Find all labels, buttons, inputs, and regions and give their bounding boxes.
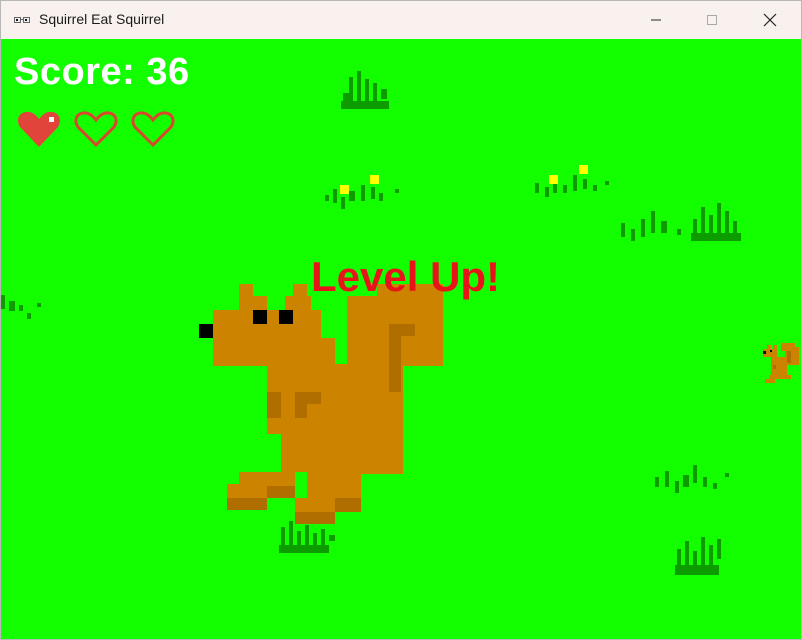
heart-full-icon bbox=[18, 111, 60, 147]
heart-empty-icon bbox=[74, 111, 118, 148]
game-window: Squirrel Eat Squirrel Score: 36 Level Up… bbox=[0, 0, 802, 640]
grass-patch bbox=[621, 203, 741, 241]
squirrel-icon bbox=[14, 17, 30, 23]
grass-patch bbox=[535, 165, 609, 197]
maximize-button[interactable] bbox=[689, 1, 735, 39]
enemy-squirrel bbox=[763, 343, 799, 383]
grass-patch bbox=[341, 71, 389, 109]
close-icon bbox=[763, 13, 777, 27]
maximize-icon bbox=[707, 15, 717, 25]
minimize-button[interactable] bbox=[633, 1, 679, 39]
game-canvas[interactable]: Score: 36 Level Up! bbox=[1, 39, 801, 639]
title-bar[interactable]: Squirrel Eat Squirrel bbox=[1, 1, 801, 39]
close-button[interactable] bbox=[747, 1, 793, 39]
player-eye bbox=[279, 310, 293, 324]
level-up-message: Level Up! bbox=[311, 253, 501, 300]
window-title: Squirrel Eat Squirrel bbox=[39, 11, 165, 27]
player-eye bbox=[253, 310, 267, 324]
player-nose bbox=[199, 324, 213, 338]
score-display: Score: 36 bbox=[14, 51, 190, 93]
grass-patch bbox=[675, 537, 721, 575]
grass-patch bbox=[655, 465, 729, 493]
minimize-icon bbox=[651, 19, 661, 21]
grass-patch bbox=[1, 295, 41, 319]
grass-patch bbox=[325, 175, 399, 209]
player-squirrel bbox=[199, 284, 443, 524]
heart-empty-icon bbox=[131, 111, 175, 148]
